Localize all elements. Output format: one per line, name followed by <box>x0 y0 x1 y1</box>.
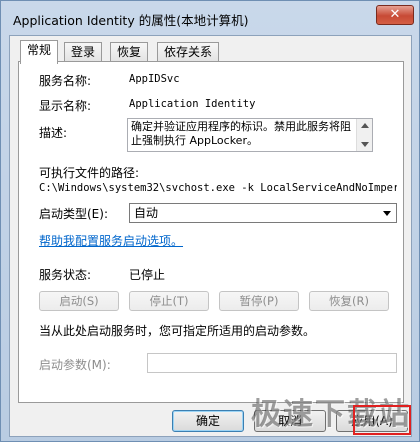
tab-dependencies[interactable]: 依存关系 <box>157 42 220 62</box>
scroll-down-icon[interactable] <box>361 142 369 147</box>
path-label: 可执行文件的路径: <box>39 166 140 180</box>
dialog-client: 常规 登录 恢复 依存关系 服务名称: AppIDSvc 显示名称: Appli… <box>9 35 412 437</box>
startup-type-value: 自动 <box>134 206 159 220</box>
cancel-button[interactable]: 取消 <box>254 410 326 432</box>
window-title: Application Identity 的属性(本地计算机) <box>13 13 249 28</box>
status-value: 已停止 <box>129 268 166 282</box>
startup-type-label: 启动类型(E): <box>39 207 108 221</box>
highlight-box <box>353 405 411 435</box>
status-label: 服务状态: <box>39 268 92 282</box>
path-value: C:\Windows\system32\svchost.exe -k Local… <box>39 182 397 194</box>
tab-logon[interactable]: 登录 <box>64 42 103 62</box>
scroll-up-icon[interactable] <box>361 123 369 128</box>
service-name-label: 服务名称: <box>39 74 92 88</box>
display-name-label: 显示名称: <box>39 99 92 113</box>
tab-general[interactable]: 常规 <box>20 40 59 64</box>
pause-button[interactable]: 暂停(P) <box>219 291 299 311</box>
close-icon: ✕ <box>389 7 401 22</box>
description-label: 描述: <box>39 126 68 140</box>
title-bar[interactable]: Application Identity 的属性(本地计算机) ✕ <box>1 1 419 35</box>
service-name-value: AppIDSvc <box>129 73 180 85</box>
stop-button[interactable]: 停止(T) <box>129 291 209 311</box>
start-button[interactable]: 启动(S) <box>39 291 119 311</box>
display-name-value: Application Identity <box>129 98 256 110</box>
path-field[interactable]: C:\Windows\system32\svchost.exe -k Local… <box>39 180 397 194</box>
resume-button[interactable]: 恢复(R) <box>309 291 389 311</box>
startup-type-select[interactable]: 自动 <box>129 203 397 223</box>
properties-window: Application Identity 的属性(本地计算机) ✕ 常规 登录 … <box>0 0 420 442</box>
help-link[interactable]: 帮助我配置服务启动选项。 <box>39 232 183 249</box>
start-params-label: 启动参数(M): <box>39 358 111 372</box>
description-text: 确定并验证应用程序的标识。禁用此服务将阻止强制执行 AppLocker。 <box>131 120 351 147</box>
general-panel: 服务名称: AppIDSvc 显示名称: Application Identit… <box>18 61 404 403</box>
hint-text: 当从此处启动服务时，您可指定所适用的启动参数。 <box>39 324 316 338</box>
chevron-down-icon <box>383 211 391 216</box>
ok-button[interactable]: 确定 <box>172 410 244 432</box>
close-button[interactable]: ✕ <box>376 5 414 25</box>
description-box[interactable]: 确定并验证应用程序的标识。禁用此服务将阻止强制执行 AppLocker。 <box>127 118 373 152</box>
tab-recovery[interactable]: 恢复 <box>110 42 149 62</box>
section-divider <box>39 254 397 255</box>
start-params-input[interactable] <box>147 353 397 373</box>
description-scrollbar[interactable] <box>356 119 372 151</box>
